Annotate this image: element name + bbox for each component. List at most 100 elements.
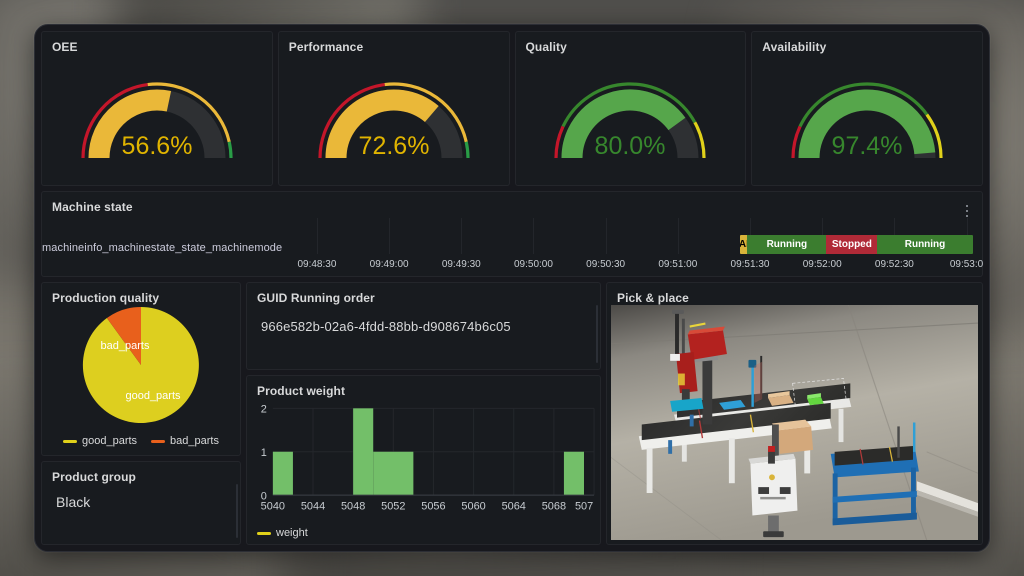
panel-oee: OEE 56.6% xyxy=(41,31,273,186)
panel-title-quality: Quality xyxy=(516,32,746,54)
legend-swatch-good-parts xyxy=(63,440,77,443)
x-axis-tick-label: 5060 xyxy=(461,500,485,512)
gridline xyxy=(389,218,390,254)
gauge-value-text: 56.6% xyxy=(121,132,192,160)
panel-pick-and-place: Pick & place xyxy=(606,282,983,545)
gauge-threshold-band xyxy=(229,141,231,157)
histogram-bar[interactable] xyxy=(353,408,373,495)
time-axis-tick: 09:53:0 xyxy=(950,259,983,270)
pie-svg: bad_parts good_parts xyxy=(75,299,207,431)
x-axis-tick-label: 5040 xyxy=(261,500,285,512)
gauge-svg: 80.0% xyxy=(546,62,714,174)
time-axis-tick: 09:52:00 xyxy=(803,259,842,270)
machine-state-segment-label: AI xyxy=(740,239,747,250)
legend-label-bad-parts: bad_parts xyxy=(170,435,219,447)
pick-and-place-camera-view[interactable] xyxy=(611,305,978,540)
product-group-scrollbar[interactable] xyxy=(236,484,238,538)
x-axis-tick-label: 5044 xyxy=(301,500,325,512)
left-column: Production quality bad_parts good_parts xyxy=(41,282,241,545)
x-axis-tick-label: 507 xyxy=(575,500,593,512)
y-axis-tick-label: 2 xyxy=(261,403,267,415)
gauge-availability: 97.4% xyxy=(752,52,982,183)
gridline xyxy=(317,218,318,254)
panel-quality: Quality 80.0% xyxy=(515,31,747,186)
middle-column: GUID Running order 966e582b-02a6-4fdd-88… xyxy=(246,282,601,545)
time-axis-tick: 09:51:30 xyxy=(731,259,770,270)
machine-state-segment-label: Stopped xyxy=(832,239,872,250)
time-axis-tick: 09:51:00 xyxy=(658,259,697,270)
panel-product-weight: Product weight 0125040504450485052505650… xyxy=(246,375,601,545)
gridline xyxy=(461,218,462,254)
panel-machine-state: Machine state machineinfo_machinestate_s… xyxy=(41,191,983,277)
time-axis-tick: 09:52:30 xyxy=(875,259,914,270)
machine-state-time-axis: 09:48:30 09:49:00 09:49:30 09:50:00 09:50:30… xyxy=(42,259,974,273)
histogram-bar[interactable] xyxy=(564,452,584,495)
machine-state-body: machineinfo_machinestate_state_machinemo… xyxy=(42,218,982,276)
gauge-svg: 56.6% xyxy=(73,62,241,174)
dashboard-container: OEE 56.6% Performance 72.6% Quality 80.0… xyxy=(34,24,990,552)
x-axis-tick-label: 5048 xyxy=(341,500,365,512)
y-axis-tick-label: 1 xyxy=(261,447,267,459)
pick-and-place-scene xyxy=(611,305,978,540)
bottom-panels-row: Production quality bad_parts good_parts xyxy=(41,282,983,545)
panel-production-quality: Production quality bad_parts good_parts xyxy=(41,282,241,456)
product-weight-histogram[interactable]: 01250405044504850525056506050645068507 xyxy=(247,398,600,522)
panel-title-oee: OEE xyxy=(42,32,272,54)
histogram-bar[interactable] xyxy=(373,452,413,495)
gauge-value-text: 97.4% xyxy=(832,132,903,160)
product-weight-legend[interactable]: weight xyxy=(257,527,308,539)
production-quality-legend: good_parts bad_parts xyxy=(42,435,240,447)
panel-title-product-weight: Product weight xyxy=(247,376,600,398)
gauge-oee: 56.6% xyxy=(42,52,272,183)
panel-availability: Availability 97.4% xyxy=(751,31,983,186)
legend-label-weight: weight xyxy=(276,527,308,539)
legend-swatch-weight xyxy=(257,532,271,535)
panel-title-availability: Availability xyxy=(752,32,982,54)
machine-state-segment-label: Running xyxy=(767,239,808,250)
gauge-threshold-band xyxy=(466,141,468,157)
machine-state-segment[interactable]: Stopped xyxy=(826,235,877,254)
legend-label-good-parts: good_parts xyxy=(82,435,137,447)
legend-item-good-parts[interactable]: good_parts xyxy=(63,435,137,447)
time-axis-tick: 09:48:30 xyxy=(297,259,336,270)
product-group-value: Black xyxy=(56,494,90,510)
gauge-value-text: 80.0% xyxy=(595,132,666,160)
machine-state-segment-label: Running xyxy=(905,239,946,250)
time-axis-tick: 09:49:30 xyxy=(442,259,481,270)
time-axis-tick: 09:50:00 xyxy=(514,259,553,270)
x-axis-tick-label: 5052 xyxy=(381,500,405,512)
x-axis-tick-label: 5056 xyxy=(421,500,445,512)
machine-state-segment[interactable]: Running xyxy=(877,235,972,254)
production-quality-pie-chart[interactable]: bad_parts good_parts xyxy=(42,305,240,425)
histogram-bar[interactable] xyxy=(273,452,293,495)
panel-guid-running-order: GUID Running order 966e582b-02a6-4fdd-88… xyxy=(246,282,601,370)
guid-scrollbar[interactable] xyxy=(596,305,598,363)
panel-product-group: Product group Black xyxy=(41,461,241,545)
time-axis-tick: 09:50:30 xyxy=(586,259,625,270)
pie-slice-label-bad-parts: bad_parts xyxy=(101,340,150,352)
machine-state-series-label: machineinfo_machinestate_state_machinemo… xyxy=(42,242,282,254)
panel-title-pick-and-place: Pick & place xyxy=(607,283,982,305)
panel-title-machine-state: Machine state xyxy=(42,192,982,214)
legend-item-bad-parts[interactable]: bad_parts xyxy=(151,435,219,447)
machine-state-segment[interactable]: AI xyxy=(740,235,747,254)
machine-state-segment[interactable]: Running xyxy=(747,235,826,254)
gauge-quality: 80.0% xyxy=(516,52,746,183)
kpi-gauges-row: OEE 56.6% Performance 72.6% Quality 80.0… xyxy=(41,31,983,186)
gauge-performance: 72.6% xyxy=(279,52,509,183)
gauge-svg: 97.4% xyxy=(783,62,951,174)
machine-state-timeline[interactable]: AI Running Stopped Running xyxy=(740,235,972,254)
guid-running-order-value: 966e582b-02a6-4fdd-88bb-d908674b6c05 xyxy=(261,319,511,334)
histogram-svg: 01250405044504850525056506050645068507 xyxy=(247,398,600,522)
panel-title-product-group: Product group xyxy=(42,462,240,484)
time-axis-tick: 09:49:00 xyxy=(370,259,409,270)
gauge-svg: 72.6% xyxy=(310,62,478,174)
gridline xyxy=(533,218,534,254)
gridline xyxy=(678,218,679,254)
x-axis-tick-label: 5064 xyxy=(502,500,526,512)
right-column: Pick & place xyxy=(606,282,983,545)
legend-swatch-bad-parts xyxy=(151,440,165,443)
pie-slice-label-good-parts: good_parts xyxy=(125,390,181,402)
gridline xyxy=(606,218,607,254)
panel-title-guid-running-order: GUID Running order xyxy=(247,283,600,305)
